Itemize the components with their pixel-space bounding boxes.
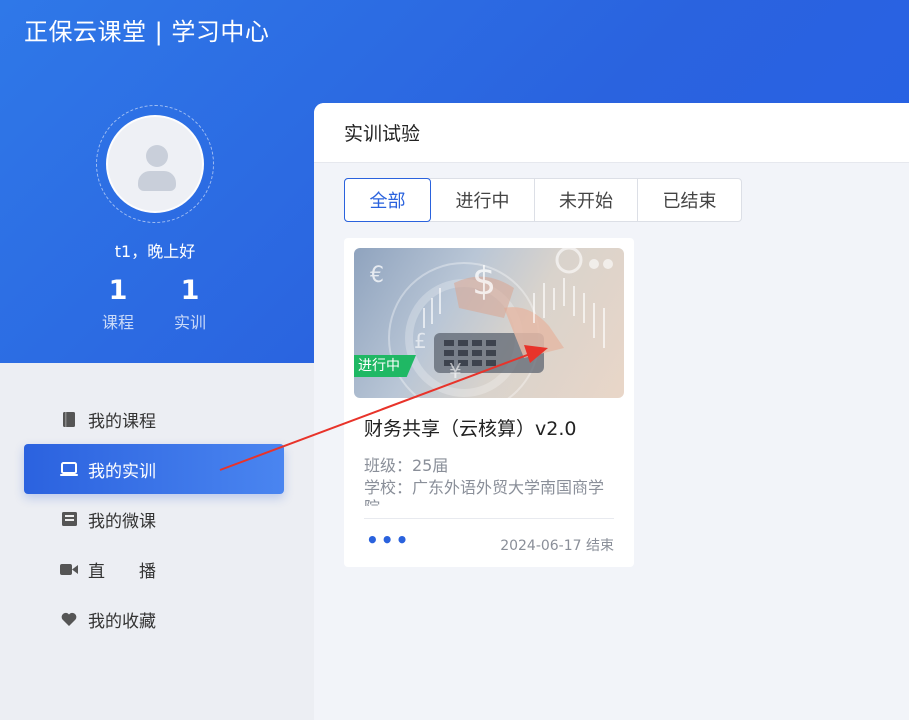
- training-card[interactable]: € $ £ ¥ 进行中 财务共享（云核算）v2.0 班级：25届 学校：广东外语…: [344, 238, 634, 567]
- profile-panel: t1，晚上好 1 课程 1 实训: [0, 100, 314, 363]
- card-divider: [364, 518, 614, 519]
- stat-courses-value: 1: [108, 275, 128, 306]
- end-date: 2024-06-17 结束: [500, 538, 614, 554]
- course-thumbnail[interactable]: € $ £ ¥ 进行中: [354, 248, 624, 398]
- avatar[interactable]: [106, 115, 204, 213]
- book-icon: [60, 410, 78, 428]
- main-panel: 实训试验 全部 进行中 未开始 已结束 € $ £ ¥ 进行中 财务共享（云核算…: [314, 103, 909, 720]
- class-info: 班级：25届: [364, 456, 449, 475]
- sidebar-menu: 我的课程 我的实训 我的微课 直 播 我的收藏: [24, 394, 284, 644]
- tab-all[interactable]: 全部: [344, 178, 431, 222]
- sidebar-item-my-trainings[interactable]: 我的实训: [24, 444, 284, 494]
- page-title: 实训试验: [314, 103, 909, 163]
- avatar-body: [138, 171, 176, 191]
- svg-text:¥: ¥: [449, 359, 462, 383]
- svg-text:$: $: [472, 259, 496, 303]
- greeting-text: t1，晚上好: [114, 242, 196, 261]
- sidebar-item-label: 我的微课: [88, 511, 156, 532]
- stat-trainings-value: 1: [180, 275, 200, 306]
- sidebar-item-live[interactable]: 直 播: [24, 544, 284, 594]
- school-info: 学校：广东外语外贸大学南国商学院: [364, 478, 605, 506]
- stat-courses[interactable]: 1 课程: [88, 275, 148, 333]
- sidebar-item-label: 我的实训: [88, 461, 156, 482]
- inbox-icon: [60, 510, 78, 528]
- tab-not-started[interactable]: 未开始: [535, 179, 638, 221]
- sidebar-item-favorites[interactable]: 我的收藏: [24, 594, 284, 644]
- course-title[interactable]: 财务共享（云核算）v2.0: [364, 414, 576, 441]
- heart-icon: [60, 610, 78, 628]
- filter-tabs: 全部 进行中 未开始 已结束: [344, 178, 742, 222]
- more-options-button[interactable]: •••: [366, 528, 410, 552]
- tab-ended[interactable]: 已结束: [638, 179, 741, 221]
- stat-courses-label: 课程: [101, 313, 134, 332]
- sidebar-item-label: 我的收藏: [88, 611, 156, 632]
- sidebar-item-my-courses[interactable]: 我的课程: [24, 394, 284, 444]
- laptop-icon: [60, 460, 78, 478]
- app-title: 正保云课堂 | 学习中心: [24, 18, 270, 46]
- sidebar-item-my-microcourses[interactable]: 我的微课: [24, 494, 284, 544]
- stat-trainings[interactable]: 1 实训: [160, 275, 220, 333]
- tab-in-progress[interactable]: 进行中: [431, 179, 535, 221]
- sidebar-item-label: 直 播: [88, 561, 156, 582]
- video-camera-icon: [60, 560, 78, 578]
- status-badge: 进行中: [354, 355, 416, 377]
- svg-text:€: €: [370, 263, 384, 288]
- svg-text:£: £: [414, 329, 427, 353]
- stat-trainings-label: 实训: [173, 313, 206, 332]
- sidebar-item-label: 我的课程: [88, 411, 156, 432]
- avatar-head: [146, 145, 168, 167]
